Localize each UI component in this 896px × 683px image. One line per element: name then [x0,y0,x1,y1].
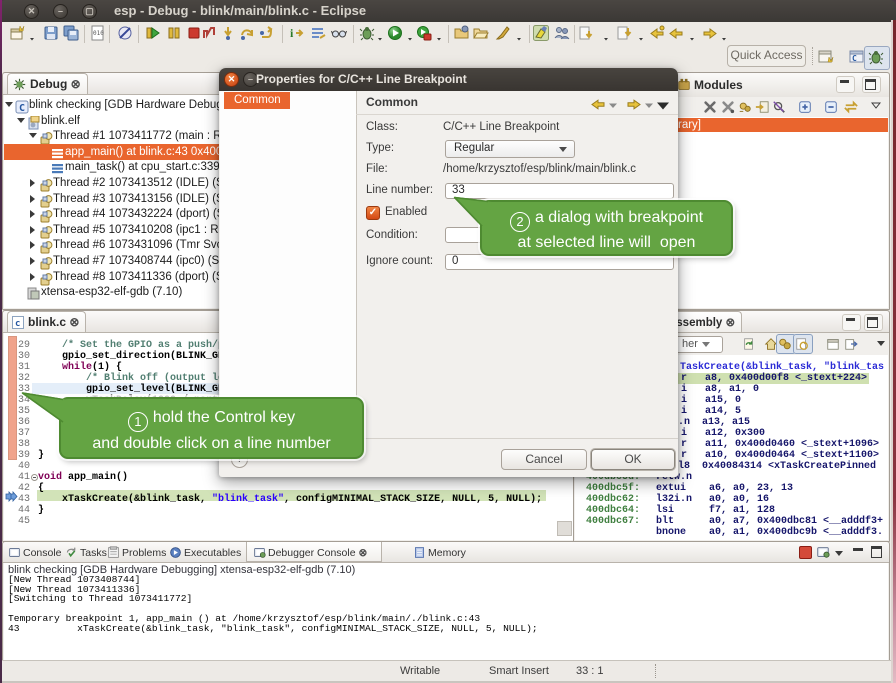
svg-text:010: 010 [93,30,104,37]
svg-text:C: C [852,54,857,63]
svg-text:i: i [290,26,294,40]
svg-text:c: c [15,319,20,329]
